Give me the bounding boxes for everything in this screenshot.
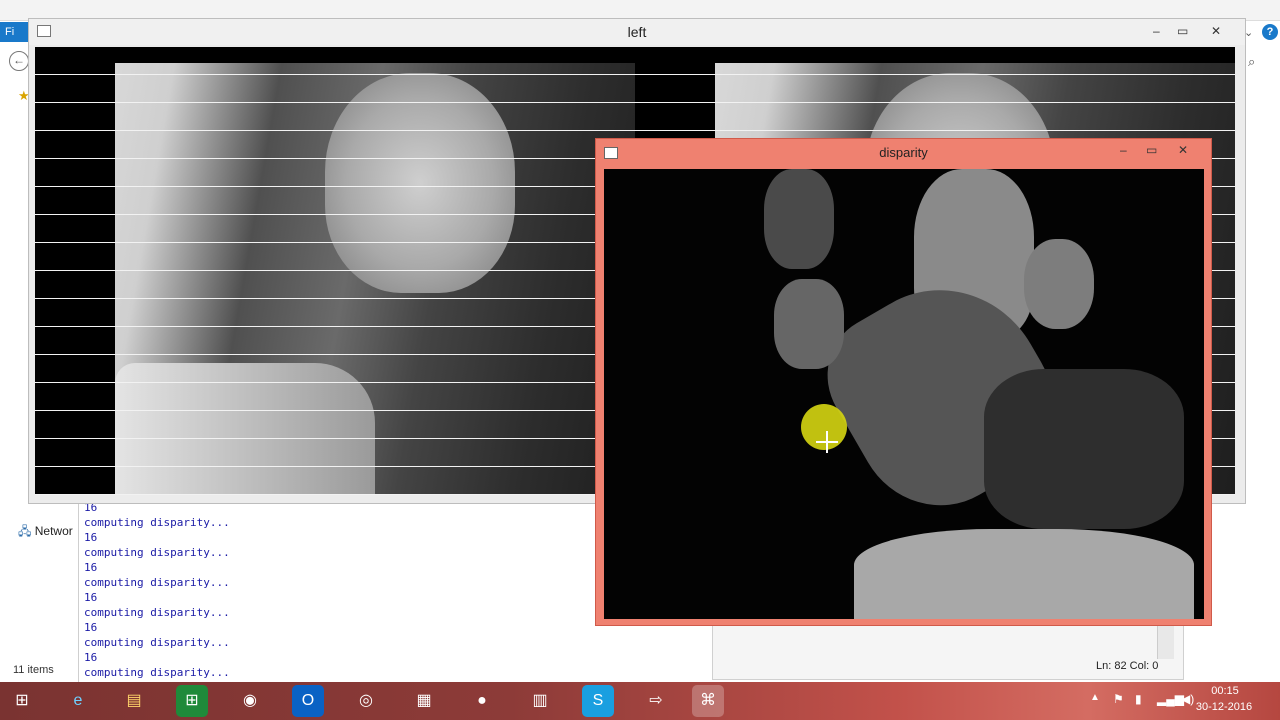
ie-icon[interactable]: e	[62, 685, 94, 717]
python-icon[interactable]: ⌘	[692, 685, 724, 717]
crosshair-cursor	[826, 431, 828, 453]
console-line: computing disparity...	[84, 636, 230, 649]
clock-time[interactable]: 00:15	[1200, 685, 1250, 697]
back-button[interactable]: ←	[9, 51, 29, 71]
volume-icon[interactable]: ◀)	[1181, 692, 1194, 706]
network-icon: 🖧	[18, 524, 32, 538]
console-line: computing disparity...	[84, 576, 230, 589]
database-icon[interactable]: ▦	[408, 685, 440, 717]
camera-icon[interactable]: ●	[466, 685, 498, 717]
maximize-button[interactable]: ▭	[1146, 142, 1157, 158]
console-line: 16	[84, 591, 98, 604]
disparity-region	[774, 279, 844, 369]
start-icon[interactable]: ⊞	[6, 685, 38, 717]
navigation-pane	[0, 44, 30, 494]
file-explorer-icon[interactable]: ▤	[118, 685, 150, 717]
disparity-window-title: disparity	[879, 145, 928, 160]
close-button[interactable]: ✕	[1178, 142, 1188, 158]
outlook-icon[interactable]: O	[292, 685, 324, 717]
console-output[interactable]: 16 computing disparity... 16 computing d…	[84, 500, 604, 682]
disparity-map-canvas[interactable]	[604, 169, 1204, 619]
items-count: 11 items	[13, 664, 54, 676]
console-line: 16	[84, 531, 98, 544]
console-line: computing disparity...	[84, 666, 230, 679]
disparity-window[interactable]: disparity ‒ ▭ ✕	[595, 138, 1212, 626]
console-line: computing disparity...	[84, 546, 230, 559]
search-icon[interactable]: ⌕	[1248, 54, 1255, 70]
taskbar: ⊞ e ▤ ⊞ ◉ O ◎ ▦ ● ▥ S ⇨ ⌘ ▲ ⚑ ▮ ▂▄▆ ◀) 0…	[0, 682, 1280, 720]
left-window-title: left	[627, 24, 647, 40]
clock-date[interactable]: 30-12-2016	[1194, 701, 1254, 713]
disparity-region	[854, 529, 1194, 619]
popcorn-icon[interactable]: ▥	[524, 685, 556, 717]
skype-icon[interactable]: S	[582, 685, 614, 717]
console-line: computing disparity...	[84, 606, 230, 619]
network-status-icon[interactable]: ▂▄▆	[1157, 692, 1184, 706]
disparity-region	[984, 369, 1184, 529]
tray-expand-icon[interactable]: ▲	[1090, 692, 1100, 703]
editor-scrollbar[interactable]	[1157, 625, 1174, 659]
console-line: 16	[84, 621, 98, 634]
remote-icon[interactable]: ⇨	[640, 685, 672, 717]
action-center-icon[interactable]: ⚑	[1113, 692, 1124, 706]
battery-icon[interactable]: ▮	[1135, 692, 1142, 706]
tor-icon[interactable]: ◎	[350, 685, 382, 717]
disparity-thumb	[1024, 239, 1094, 329]
network-label: Networ	[34, 524, 73, 538]
editor-status-line-col: Ln: 82 Col: 0	[1096, 660, 1159, 672]
network-nav-item[interactable]: 🖧 Networ	[18, 522, 73, 543]
minimize-button[interactable]: ‒	[1120, 142, 1127, 158]
maximize-button[interactable]: ▭	[1177, 23, 1188, 39]
console-gutter	[78, 500, 79, 682]
help-icon[interactable]: ?	[1262, 24, 1278, 40]
left-window-title-bar[interactable]: left ‒ ▭ ✕	[29, 19, 1245, 45]
chrome-icon[interactable]: ◉	[234, 685, 266, 717]
minimize-button[interactable]: ‒	[1153, 23, 1160, 39]
store-icon[interactable]: ⊞	[176, 685, 208, 717]
console-line: computing disparity...	[84, 516, 230, 529]
disparity-region	[764, 169, 834, 269]
file-tab[interactable]: Fi	[0, 22, 30, 42]
cursor-highlight	[801, 404, 847, 450]
close-button[interactable]: ✕	[1211, 23, 1221, 39]
console-line: 16	[84, 651, 98, 664]
console-line: 16	[84, 561, 98, 574]
